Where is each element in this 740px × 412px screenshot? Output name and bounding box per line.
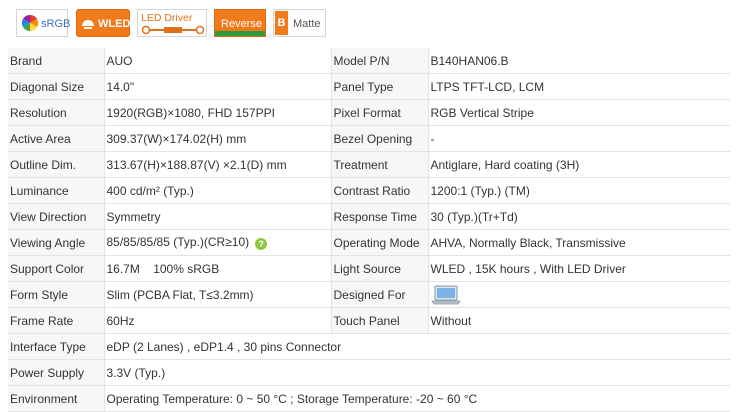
help-icon[interactable]: ?: [255, 238, 268, 250]
laptop-icon: [430, 285, 461, 304]
environment-value: Operating Temperature: 0 ~ 50 °C ; Stora…: [104, 385, 730, 412]
reverse-badge: Reverse: [214, 9, 266, 37]
resolution-value: 1920(RGB)×1080, FHD 157PPI: [104, 99, 332, 126]
table-row: Interface Type eDP (2 Lanes) , eDP1.4 , …: [8, 333, 730, 360]
srgb-label: sRGB: [41, 18, 71, 30]
active-area-label: Active Area: [8, 125, 105, 152]
table-row: Active Area 309.37(W)×174.02(H) mm Bezel…: [8, 125, 730, 152]
treatment-label: Treatment: [331, 151, 429, 178]
view-direction-value: Symmetry: [104, 203, 332, 230]
wled-badge: WLED: [76, 9, 130, 37]
color-wheel-icon: [22, 15, 38, 31]
viewing-angle-value: 85/85/85/85 (Typ.)(CR≥10): [106, 235, 250, 249]
model-label: Model P/N: [331, 48, 429, 74]
matte-tag: B: [275, 11, 288, 35]
table-row: Viewing Angle 85/85/85/85 (Typ.)(CR≥10)?…: [8, 229, 730, 256]
reverse-bar: [215, 31, 265, 36]
pixel-format-label: Pixel Format: [331, 99, 429, 126]
viewing-angle-cell: 85/85/85/85 (Typ.)(CR≥10)?: [104, 229, 332, 256]
outline-label: Outline Dim.: [8, 151, 105, 178]
spec-table: Brand AUO Model P/N B140HAN06.B Diagonal…: [8, 48, 730, 412]
table-row: Power Supply 3.3V (Typ.): [8, 359, 730, 386]
pixel-format-value: RGB Vertical Stripe: [428, 99, 730, 126]
response-time-label: Response Time: [331, 203, 429, 230]
contrast-label: Contrast Ratio: [331, 177, 429, 204]
table-row: Form Style Slim (PCBA Flat, T≤3.2mm) Des…: [8, 281, 730, 308]
diagonal-value: 14.0": [104, 73, 332, 100]
table-row: Resolution 1920(RGB)×1080, FHD 157PPI Pi…: [8, 99, 730, 126]
luminance-value: 400 cd/m² (Typ.): [104, 177, 332, 204]
table-row: View Direction Symmetry Response Time 30…: [8, 203, 730, 230]
contrast-value: 1200:1 (Typ.) (TM): [428, 177, 730, 204]
treatment-value: Antiglare, Hard coating (3H): [428, 151, 730, 178]
driver-board-icon: [141, 25, 205, 35]
table-row: Support Color 16.7M 100% sRGB Light Sour…: [8, 255, 730, 282]
view-direction-label: View Direction: [8, 203, 105, 230]
luminance-label: Luminance: [8, 177, 105, 204]
model-value: B140HAN06.B: [428, 48, 730, 74]
bezel-label: Bezel Opening: [331, 125, 429, 152]
led-driver-badge: LED Driver: [137, 9, 207, 37]
frame-rate-label: Frame Rate: [8, 307, 105, 334]
environment-label: Environment: [8, 385, 105, 412]
brand-value: AUO: [104, 48, 332, 74]
panel-type-label: Panel Type: [331, 73, 429, 100]
diagonal-label: Diagonal Size: [8, 73, 105, 100]
panel-type-value: LTPS TFT-LCD, LCM: [428, 73, 730, 100]
touch-panel-value: Without: [428, 307, 730, 334]
designed-for-label: Designed For: [331, 281, 429, 308]
matte-label: Matte: [293, 18, 321, 30]
interface-value: eDP (2 Lanes) , eDP1.4 , 30 pins Connect…: [104, 333, 730, 360]
matte-badge: B Matte: [273, 9, 326, 37]
power-supply-label: Power Supply: [8, 359, 105, 386]
light-source-label: Light Source: [331, 255, 429, 282]
light-source-value: WLED , 15K hours , With LED Driver: [428, 255, 730, 282]
table-row: Frame Rate 60Hz Touch Panel Without: [8, 307, 730, 334]
touch-panel-label: Touch Panel: [331, 307, 429, 334]
power-supply-value: 3.3V (Typ.): [104, 359, 730, 386]
form-style-value: Slim (PCBA Flat, T≤3.2mm): [104, 281, 332, 308]
active-area-value: 309.37(W)×174.02(H) mm: [104, 125, 332, 152]
operating-mode-value: AHVA, Normally Black, Transmissive: [428, 229, 730, 256]
response-time-value: 30 (Typ.)(Tr+Td): [428, 203, 730, 230]
support-color-label: Support Color: [8, 255, 105, 282]
table-row: Environment Operating Temperature: 0 ~ 5…: [8, 385, 730, 412]
bezel-value: -: [428, 125, 730, 152]
form-style-label: Form Style: [8, 281, 105, 308]
brand-label: Brand: [8, 48, 105, 74]
srgb-badge: sRGB: [16, 9, 71, 37]
table-row: Luminance 400 cd/m² (Typ.) Contrast Rati…: [8, 177, 730, 204]
viewing-angle-label: Viewing Angle: [8, 229, 105, 256]
designed-for-value: [428, 281, 730, 308]
wled-label: WLED: [98, 18, 131, 30]
frame-rate-value: 60Hz: [104, 307, 332, 334]
table-row: Outline Dim. 313.67(H)×188.87(V) ×2.1(D)…: [8, 151, 730, 178]
reverse-label: Reverse: [221, 18, 262, 30]
table-row: Brand AUO Model P/N B140HAN06.B: [8, 48, 730, 74]
resolution-label: Resolution: [8, 99, 105, 126]
led-driver-label: LED Driver: [141, 12, 193, 24]
table-row: Diagonal Size 14.0" Panel Type LTPS TFT-…: [8, 73, 730, 100]
interface-label: Interface Type: [8, 333, 105, 360]
led-bulb-icon: [82, 20, 94, 29]
operating-mode-label: Operating Mode: [331, 229, 429, 256]
outline-value: 313.67(H)×188.87(V) ×2.1(D) mm: [104, 151, 332, 178]
support-color-value: 16.7M 100% sRGB: [104, 255, 332, 282]
